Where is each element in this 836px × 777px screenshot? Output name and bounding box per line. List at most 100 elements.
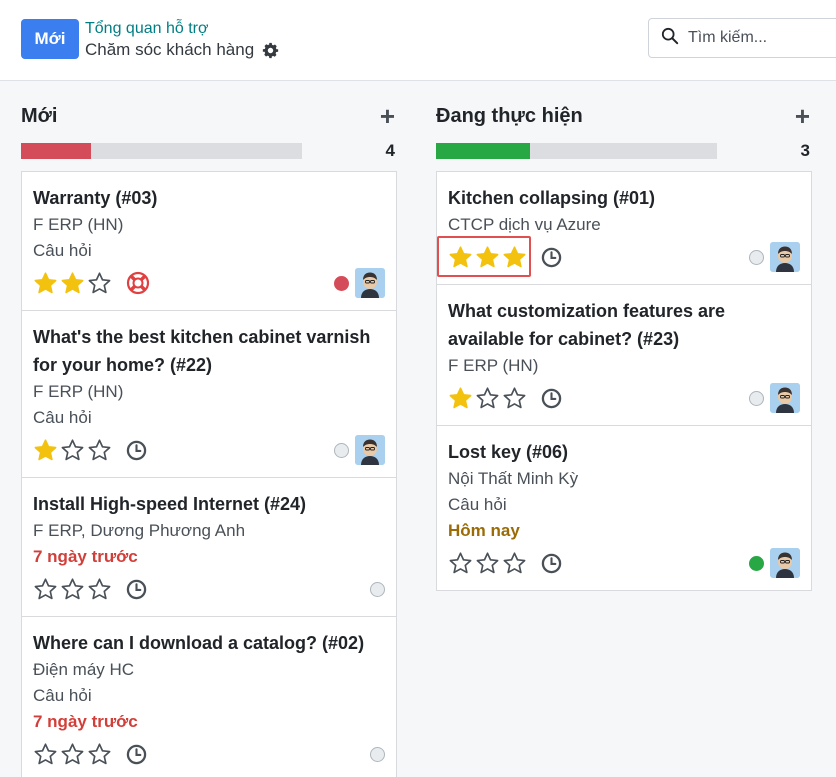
star-empty-icon[interactable] [60, 438, 85, 463]
star-filled-icon[interactable] [502, 245, 527, 270]
add-icon[interactable]: + [795, 103, 812, 129]
card-footer [33, 574, 385, 604]
star-empty-icon[interactable] [60, 742, 85, 767]
activity-clock-icon[interactable] [541, 247, 562, 268]
kanban-card[interactable]: Where can I download a catalog? (#02) Điệ… [22, 617, 396, 777]
status-dot[interactable] [334, 442, 349, 458]
new-button[interactable]: Mới [21, 19, 79, 59]
activity-clock-icon[interactable] [126, 579, 147, 600]
activity-clock-icon[interactable] [126, 744, 147, 765]
kanban-card[interactable]: What's the best kitchen cabinet varnish … [22, 311, 396, 478]
kanban-card[interactable]: Install High-speed Internet (#24) F ERP, … [22, 478, 396, 617]
avatar[interactable] [355, 435, 385, 465]
card-footer-left [33, 438, 147, 463]
status-dot[interactable] [749, 555, 764, 571]
avatar[interactable] [355, 268, 385, 298]
card-deadline: Hôm nay [448, 521, 520, 540]
activity-clock-icon[interactable] [541, 388, 562, 409]
star-empty-icon[interactable] [33, 742, 58, 767]
card-detail: F ERP (HN) [448, 356, 539, 375]
column-title[interactable]: Mới [21, 105, 57, 128]
kanban-card[interactable]: Lost key (#06) Nội Thất Minh Kỳ Câu hỏi Hôm… [437, 426, 811, 590]
star-empty-icon[interactable] [502, 386, 527, 411]
status-dot[interactable] [334, 275, 349, 291]
card-footer-right [749, 242, 800, 272]
priority-stars[interactable] [33, 577, 112, 602]
kanban-column-new: Mới + 4 Warranty (#03) F ERP (HN) Câu hỏi W… [21, 96, 397, 777]
star-empty-icon[interactable] [448, 551, 473, 576]
star-filled-icon[interactable] [448, 245, 473, 270]
status-dot[interactable] [370, 581, 385, 597]
page-title-row: Chăm sóc khách hàng [85, 40, 279, 60]
breadcrumb[interactable]: Tổng quan hỗ trợ [85, 20, 208, 38]
column-title[interactable]: Đang thực hiện [436, 105, 583, 128]
star-empty-icon[interactable] [87, 577, 112, 602]
card-footer-left [448, 245, 562, 270]
status-dot[interactable] [749, 249, 764, 265]
star-empty-icon[interactable] [87, 271, 112, 296]
card-footer [448, 383, 800, 413]
avatar[interactable] [770, 548, 800, 578]
avatar[interactable] [770, 383, 800, 413]
card-footer-left [448, 551, 562, 576]
priority-stars[interactable] [448, 386, 527, 411]
star-empty-icon[interactable] [475, 386, 500, 411]
lifebuoy-icon[interactable] [126, 271, 150, 295]
star-filled-icon[interactable] [33, 438, 58, 463]
activity-clock-icon[interactable] [126, 440, 147, 461]
activity-clock-icon[interactable] [541, 553, 562, 574]
status-dot[interactable] [370, 746, 385, 762]
card-title: Lost key (#06) [448, 442, 569, 462]
search-box[interactable] [648, 18, 836, 58]
priority-stars[interactable] [448, 245, 527, 270]
column-progress-fill[interactable] [436, 143, 530, 159]
search-icon [661, 27, 679, 50]
card-footer-left [33, 271, 150, 296]
card-footer-right [334, 268, 385, 298]
kanban-card[interactable]: What customization features are availabl… [437, 285, 811, 426]
priority-stars[interactable] [33, 438, 112, 463]
avatar[interactable] [770, 242, 800, 272]
priority-stars[interactable] [33, 742, 112, 767]
card-deadline: 7 ngày trước [33, 712, 138, 731]
star-empty-icon[interactable] [33, 577, 58, 602]
card-title: Where can I download a catalog? (#02) [33, 633, 365, 653]
column-progress-bar[interactable] [436, 143, 717, 159]
card-detail: CTCP dịch vụ Azure [448, 215, 601, 234]
priority-stars[interactable] [33, 271, 112, 296]
star-empty-icon[interactable] [60, 577, 85, 602]
card-detail: Câu hỏi [448, 495, 507, 514]
card-footer-right [370, 746, 385, 762]
gear-icon[interactable] [262, 42, 279, 59]
card-footer [448, 548, 800, 578]
status-dot[interactable] [749, 390, 764, 406]
star-empty-icon[interactable] [502, 551, 527, 576]
card-title: What's the best kitchen cabinet varnish … [33, 327, 371, 375]
star-filled-icon[interactable] [475, 245, 500, 270]
card-title: What customization features are availabl… [448, 301, 726, 349]
star-empty-icon[interactable] [475, 551, 500, 576]
column-progress-row: 4 [21, 136, 397, 166]
search-input[interactable] [688, 29, 828, 47]
column-progress-fill[interactable] [21, 143, 92, 159]
card-footer-right [370, 581, 385, 597]
star-empty-icon[interactable] [87, 742, 112, 767]
star-filled-icon[interactable] [60, 271, 85, 296]
card-footer [33, 435, 385, 465]
kanban-card[interactable]: Warranty (#03) F ERP (HN) Câu hỏi [22, 172, 396, 311]
add-icon[interactable]: + [380, 103, 397, 129]
star-empty-icon[interactable] [87, 438, 112, 463]
priority-stars[interactable] [448, 551, 527, 576]
card-list: Kitchen collapsing (#01) CTCP dịch vụ Azu… [436, 171, 812, 591]
card-footer-right [334, 435, 385, 465]
kanban-column-in-progress: Đang thực hiện + 3 Kitchen collapsing (#… [436, 96, 812, 591]
kanban-card[interactable]: Kitchen collapsing (#01) CTCP dịch vụ Azu… [437, 172, 811, 285]
star-filled-icon[interactable] [448, 386, 473, 411]
card-footer [448, 242, 800, 272]
card-detail: Câu hỏi [33, 408, 92, 427]
card-list: Warranty (#03) F ERP (HN) Câu hỏi What's th… [21, 171, 397, 777]
card-title: Install High-speed Internet (#24) [33, 494, 307, 514]
star-filled-icon[interactable] [33, 271, 58, 296]
card-footer [33, 268, 385, 298]
column-progress-bar[interactable] [21, 143, 302, 159]
